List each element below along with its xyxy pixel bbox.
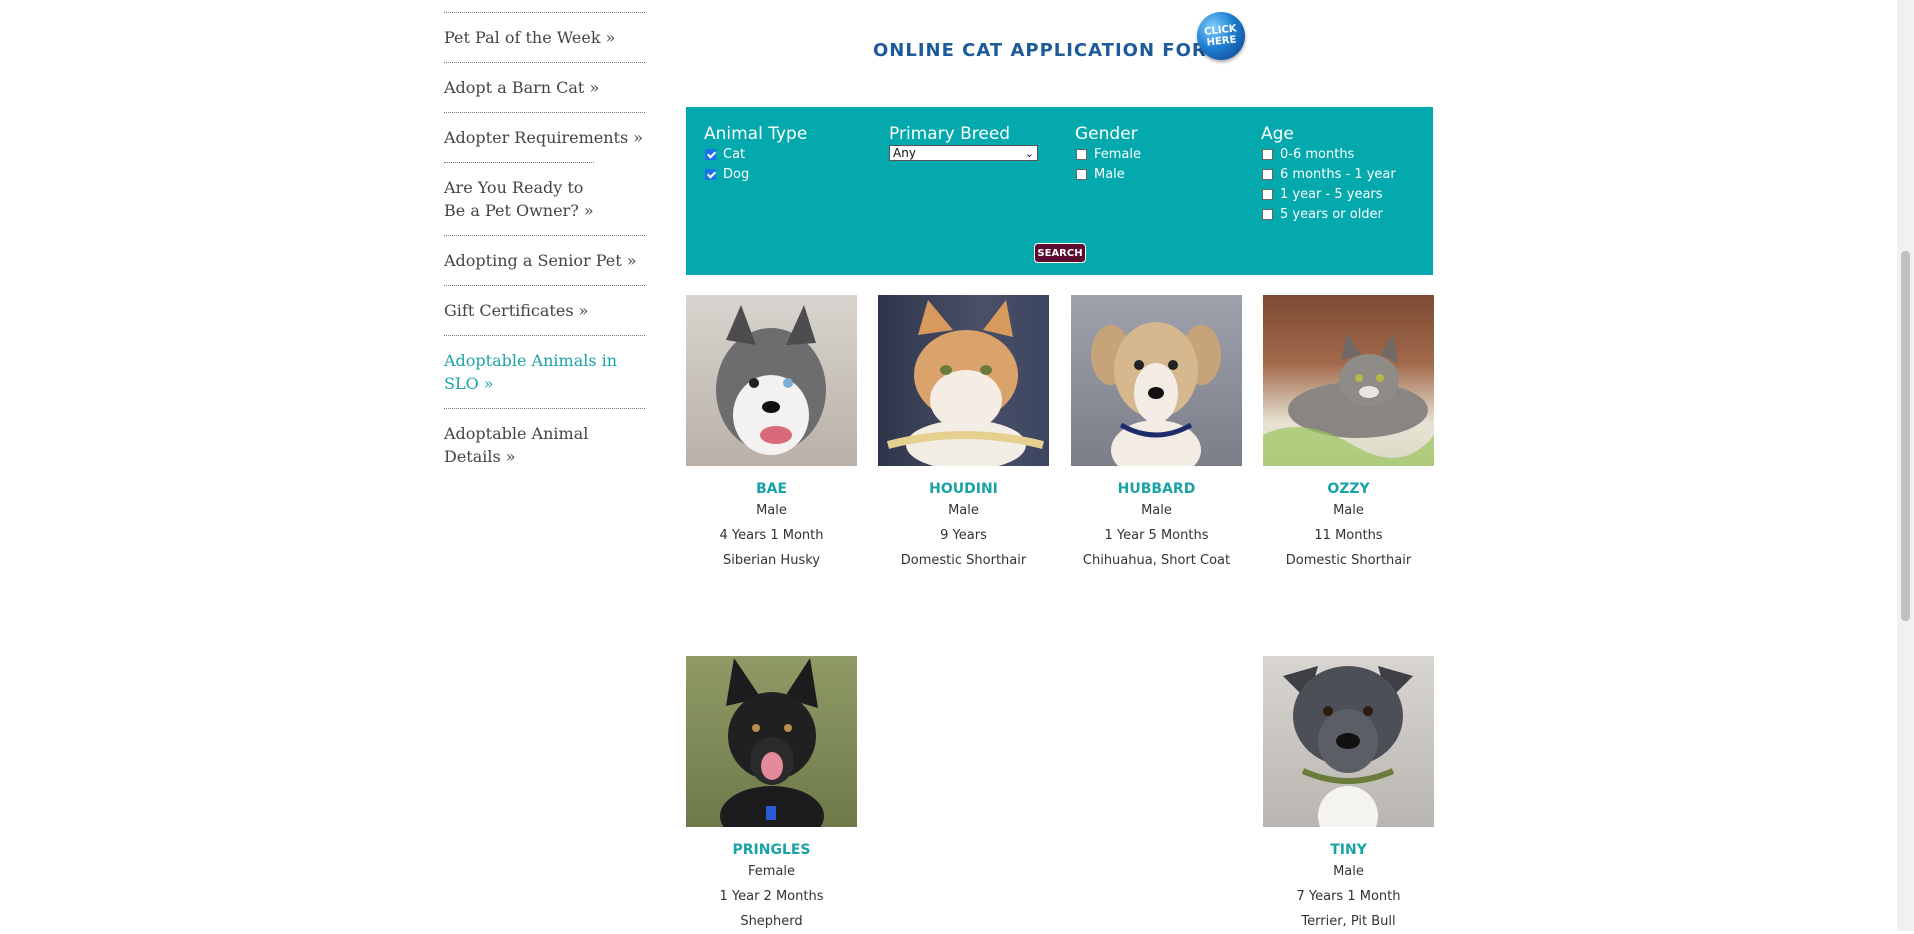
animal-gender: Male: [1333, 864, 1364, 879]
sidebar-item-gift-certificates[interactable]: Gift Certificates »: [444, 285, 645, 335]
sidebar-nav: Pet Pal of the Week » Adopt a Barn Cat »…: [444, 12, 645, 481]
age-1-5-years-label: 1 year - 5 years: [1280, 187, 1383, 202]
primary-breed-select[interactable]: Any ⌄: [889, 145, 1038, 161]
animal-gender: Male: [756, 503, 787, 518]
animal-breed: Shepherd: [740, 914, 803, 929]
animal-age: 4 Years 1 Month: [719, 528, 824, 543]
animal-age: 1 Year 2 Months: [719, 889, 824, 904]
gender-title: Gender: [1075, 124, 1138, 144]
click-here-line2: HERE: [1206, 34, 1237, 49]
animal-name[interactable]: TINY: [1263, 841, 1434, 859]
male-checkbox[interactable]: [1076, 168, 1087, 180]
animal-type-group: Animal Type Cat Dog: [704, 124, 807, 185]
animal-name[interactable]: PRINGLES: [686, 841, 857, 859]
chevron-down-icon: ⌄: [1024, 147, 1034, 160]
age-6-12-months-label: 6 months - 1 year: [1280, 167, 1396, 182]
animal-card: HUBBARD Male 1 Year 5 Months Chihuahua, …: [1071, 295, 1242, 573]
animal-name[interactable]: HUBBARD: [1071, 480, 1242, 498]
animal-gender: Male: [1141, 503, 1172, 518]
male-label: Male: [1094, 167, 1125, 182]
search-panel: Animal Type Cat Dog Primary Breed Any ⌄ …: [686, 107, 1433, 275]
age-6-12-months-checkbox[interactable]: [1262, 168, 1273, 180]
animal-card: TINY Male 7 Years 1 Month Terrier, Pit B…: [1263, 656, 1434, 934]
age-group: Age 0-6 months 6 months - 1 year 1 year …: [1261, 124, 1396, 225]
animal-card: HOUDINI Male 9 Years Domestic Shorthair: [878, 295, 1049, 573]
sidebar-item-adopter-requirements[interactable]: Adopter Requirements »: [444, 112, 645, 162]
cat-label: Cat: [723, 147, 746, 162]
gender-group: Gender Female Male: [1075, 124, 1141, 185]
tabby-cat-photo[interactable]: [1263, 295, 1434, 466]
female-checkbox[interactable]: [1076, 148, 1087, 160]
animal-name[interactable]: HOUDINI: [878, 480, 1049, 498]
vertical-scrollbar[interactable]: [1897, 0, 1914, 931]
tan-dog-photo[interactable]: [1071, 295, 1242, 466]
animal-breed: Domestic Shorthair: [1285, 553, 1412, 568]
pitbull-photo[interactable]: [1263, 656, 1434, 827]
sidebar-item-barn-cat[interactable]: Adopt a Barn Cat »: [444, 62, 645, 112]
animal-card: PRINGLES Female 1 Year 2 Months Shepherd: [686, 656, 857, 934]
sidebar-item-pet-pal[interactable]: Pet Pal of the Week »: [444, 12, 645, 62]
animal-gender: Male: [948, 503, 979, 518]
animal-breed: Terrier, Pit Bull: [1301, 914, 1396, 929]
animal-breed: Siberian Husky: [723, 553, 820, 568]
female-label: Female: [1094, 147, 1142, 162]
animal-gender: Female: [747, 864, 795, 879]
sidebar-item-senior-pet[interactable]: Adopting a Senior Pet »: [444, 235, 645, 285]
age-0-6-months-label: 0-6 months: [1280, 147, 1355, 162]
primary-breed-title: Primary Breed: [889, 124, 1011, 144]
animal-age: 9 Years: [940, 528, 987, 543]
primary-breed-value: Any: [893, 146, 916, 160]
age-5-plus-checkbox[interactable]: [1262, 208, 1273, 220]
primary-breed-group: Primary Breed Any ⌄: [889, 124, 1038, 161]
animal-breed: Chihuahua, Short Coat: [1082, 553, 1231, 568]
dog-checkbox[interactable]: [705, 168, 716, 180]
husky-photo[interactable]: [686, 295, 857, 466]
animal-age: 7 Years 1 Month: [1296, 889, 1401, 904]
animal-age: 11 Months: [1314, 528, 1383, 543]
age-title: Age: [1261, 124, 1294, 144]
age-1-5-years-checkbox[interactable]: [1262, 188, 1273, 200]
animal-name[interactable]: BAE: [686, 480, 857, 498]
animal-card: OZZY Male 11 Months Domestic Shorthair: [1263, 295, 1434, 573]
orange-white-cat-photo[interactable]: [878, 295, 1049, 466]
scrollbar-thumb[interactable]: [1901, 251, 1910, 621]
sidebar-item-adoptable-animals[interactable]: Adoptable Animals in SLO »: [444, 335, 645, 408]
animal-gender: Male: [1333, 503, 1364, 518]
animal-type-title: Animal Type: [704, 124, 808, 144]
dog-label: Dog: [723, 167, 750, 182]
animal-card: BAE Male 4 Years 1 Month Siberian Husky: [686, 295, 857, 573]
application-form-heading[interactable]: ONLINE CAT APPLICATION FORM: [873, 40, 1226, 61]
cat-checkbox[interactable]: [705, 148, 716, 160]
animal-name[interactable]: OZZY: [1263, 480, 1434, 498]
search-button[interactable]: SEARCH: [1034, 243, 1086, 263]
black-shepherd-photo[interactable]: [686, 656, 857, 827]
animal-age: 1 Year 5 Months: [1104, 528, 1209, 543]
age-5-plus-label: 5 years or older: [1280, 207, 1383, 222]
age-0-6-months-checkbox[interactable]: [1262, 148, 1273, 160]
sidebar-item-ready-pet-owner[interactable]: Are You Ready to Be a Pet Owner? »: [444, 162, 594, 235]
sidebar-item-animal-details[interactable]: Adoptable Animal Details »: [444, 408, 645, 481]
animal-breed: Domestic Shorthair: [900, 553, 1027, 568]
